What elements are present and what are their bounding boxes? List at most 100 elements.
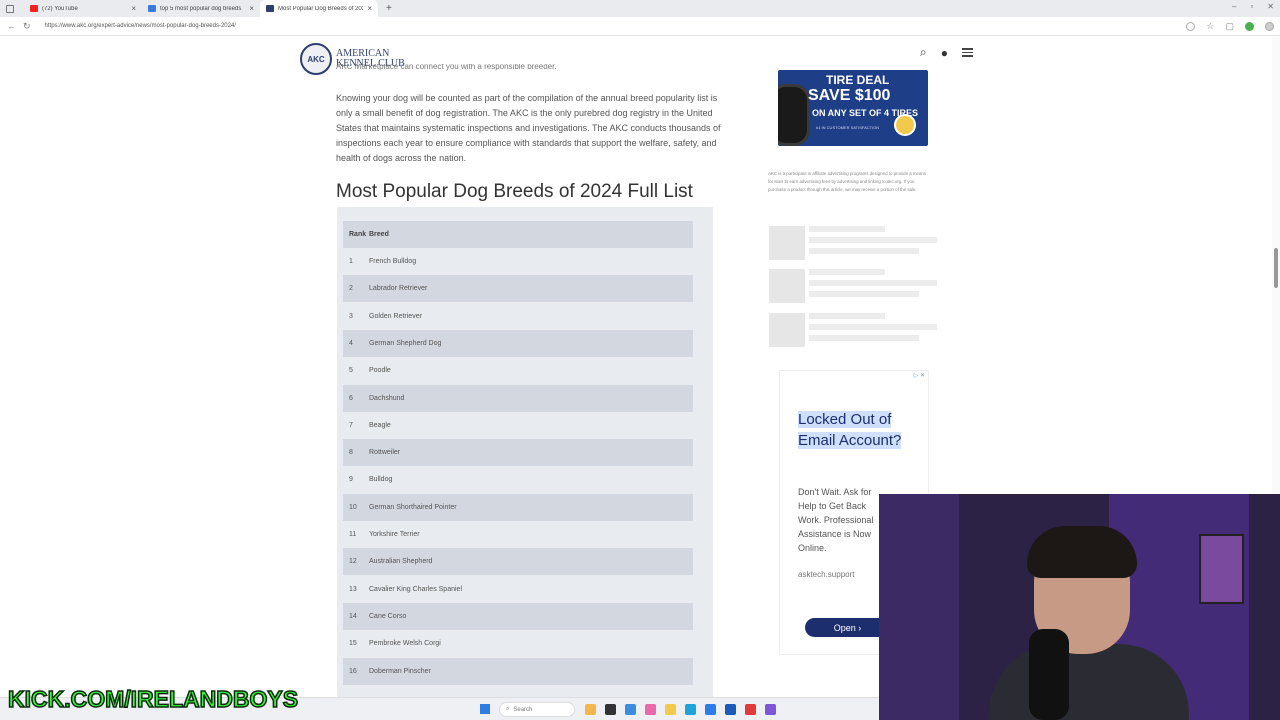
collections-icon[interactable]: ▢ (1225, 21, 1234, 32)
tab-title: (72) YouTube (42, 5, 78, 12)
breed-cell: German Shepherd Dog (369, 339, 442, 347)
scrollbar-thumb[interactable] (1274, 248, 1278, 288)
table-row: 12 Australian Shepherd (343, 548, 693, 576)
tab-akc[interactable]: Most Popular Dog Breeds of 2024 × (260, 0, 378, 17)
table-row: 2 Labrador Retriever (343, 275, 693, 303)
menu-icon[interactable] (961, 48, 973, 57)
akc-seal-icon: AKC (300, 43, 332, 75)
screen: (72) YouTube × top 5 most popular dog br… (0, 0, 1280, 720)
app-icon[interactable] (645, 704, 656, 715)
search-favicon-icon (148, 5, 156, 12)
app-icon[interactable] (585, 704, 596, 715)
table-row: 6 Dachshund (343, 384, 693, 412)
rank-cell: 1 (349, 258, 353, 265)
address-bar-actions: ☆ ▢ (1186, 21, 1274, 32)
table-row: 9 Bulldog (343, 466, 693, 493)
close-tab-icon[interactable]: × (249, 4, 254, 13)
table-row: 4 German Shepherd Dog (343, 329, 693, 357)
start-icon[interactable] (480, 704, 490, 714)
award-badge-icon (894, 114, 916, 136)
extension-icon[interactable] (1245, 22, 1254, 31)
rank-cell: 16 (349, 667, 357, 675)
breed-cell: Golden Retriever (369, 312, 422, 320)
breed-cell: Cane Corso (369, 612, 407, 620)
ad-offer: SAVE $100 (808, 87, 891, 104)
taskbar-apps (585, 704, 776, 715)
site-info-icon[interactable] (1186, 22, 1196, 31)
close-tab-icon[interactable]: × (131, 4, 136, 13)
taskbar-search[interactable]: ⌕ Search (499, 702, 575, 717)
url-field[interactable]: https://www.akc.org/expert-advice/news/m… (45, 23, 236, 29)
adchoices-icon[interactable]: ▷ ✕ (914, 372, 925, 379)
rank-cell: 8 (349, 449, 353, 457)
rank-cell: 11 (349, 531, 357, 538)
table-row: 16 Doberman Pinscher (343, 657, 693, 685)
rank-cell: 13 (349, 585, 357, 593)
edge-icon[interactable] (685, 704, 696, 715)
affiliate-disclaimer: AKC is a participant in affiliate advert… (768, 171, 927, 192)
streamer-hair (1027, 526, 1137, 578)
wall-art (1199, 534, 1244, 604)
rank-cell: 6 (349, 394, 353, 402)
ad-headline-text: Locked Out of Email Account? (798, 411, 902, 449)
rank-cell: 14 (349, 612, 357, 620)
rank-cell: 9 (349, 476, 353, 484)
loading-placeholder (769, 226, 939, 262)
favorite-star-icon[interactable]: ☆ (1206, 21, 1214, 32)
table-header-row: Rank Breed (343, 221, 693, 248)
breed-cell: Poodle (369, 367, 391, 375)
window-controls: – ▫ ✕ (1232, 2, 1274, 11)
rank-cell: 10 (349, 503, 357, 511)
app-icon[interactable] (605, 704, 616, 715)
account-icon[interactable]: ● (941, 46, 948, 60)
header-icons: ⌕ ● (920, 45, 973, 60)
table-row: 11 Yorkshire Terrier (343, 521, 693, 548)
breed-cell: Rottweiler (369, 449, 401, 457)
clipped-text-line: AKC Marketplace can connect you with a r… (336, 64, 557, 71)
close-window-icon[interactable]: ✕ (1267, 2, 1274, 11)
table-row: 8 Rottweiler (343, 439, 693, 467)
breed-cell: Australian Shepherd (369, 558, 433, 566)
new-tab-icon[interactable]: + (386, 3, 392, 14)
breed-cell: Doberman Pinscher (369, 667, 431, 675)
app-icon[interactable] (765, 704, 776, 715)
tab-search[interactable]: top 5 most popular dog breeds × (142, 0, 260, 17)
tab-actions-icon[interactable] (6, 4, 14, 13)
tire-deal-ad[interactable]: TIRE DEAL SAVE $100 ON ANY SET OF 4 TIRE… (778, 70, 928, 146)
loading-placeholder (769, 313, 939, 349)
loading-placeholder (769, 269, 939, 305)
reload-icon[interactable]: ↻ (23, 21, 31, 32)
rank-header: Rank (349, 231, 367, 238)
rank-cell: 3 (349, 312, 353, 320)
youtube-favicon-icon (30, 5, 38, 12)
breed-header: Breed (369, 231, 389, 238)
table-row: 13 Cavalier King Charles Spaniel (343, 576, 693, 603)
taskbar-search-label: Search (513, 706, 533, 713)
back-icon[interactable]: ← (7, 21, 16, 31)
akc-favicon-icon (266, 5, 274, 12)
breed-cell: German Shorthaired Pointer (369, 503, 457, 511)
app-icon[interactable] (725, 704, 736, 715)
search-icon[interactable]: ⌕ (920, 45, 927, 60)
file-explorer-icon[interactable] (665, 704, 676, 715)
address-bar-row: ← ↻ https://www.akc.org/expert-advice/ne… (0, 17, 1280, 36)
breed-cell: Cavalier King Charles Spaniel (369, 585, 462, 593)
profile-avatar-icon[interactable] (1265, 22, 1274, 31)
rank-cell: 5 (349, 367, 353, 375)
table-row: 5 Poodle (343, 357, 693, 384)
app-icon[interactable] (625, 704, 636, 715)
ad-open-button[interactable]: Open › (805, 618, 890, 637)
table-row: 15 Pembroke Welsh Corgi (343, 630, 693, 657)
tab-youtube[interactable]: (72) YouTube × (24, 0, 142, 17)
breed-cell: Yorkshire Terrier (369, 531, 420, 538)
table-row: 14 Cane Corso (343, 602, 693, 630)
minimize-icon[interactable]: – (1232, 2, 1236, 11)
table-row: 3 Golden Retriever (343, 303, 693, 330)
tire-image (778, 84, 810, 146)
browser-tab-strip: (72) YouTube × top 5 most popular dog br… (0, 0, 1280, 17)
tab-title: Most Popular Dog Breeds of 2024 (278, 5, 364, 12)
youtube-icon[interactable] (745, 704, 756, 715)
maximize-icon[interactable]: ▫ (1250, 2, 1253, 11)
app-icon[interactable] (705, 704, 716, 715)
close-tab-icon[interactable]: × (367, 4, 372, 13)
